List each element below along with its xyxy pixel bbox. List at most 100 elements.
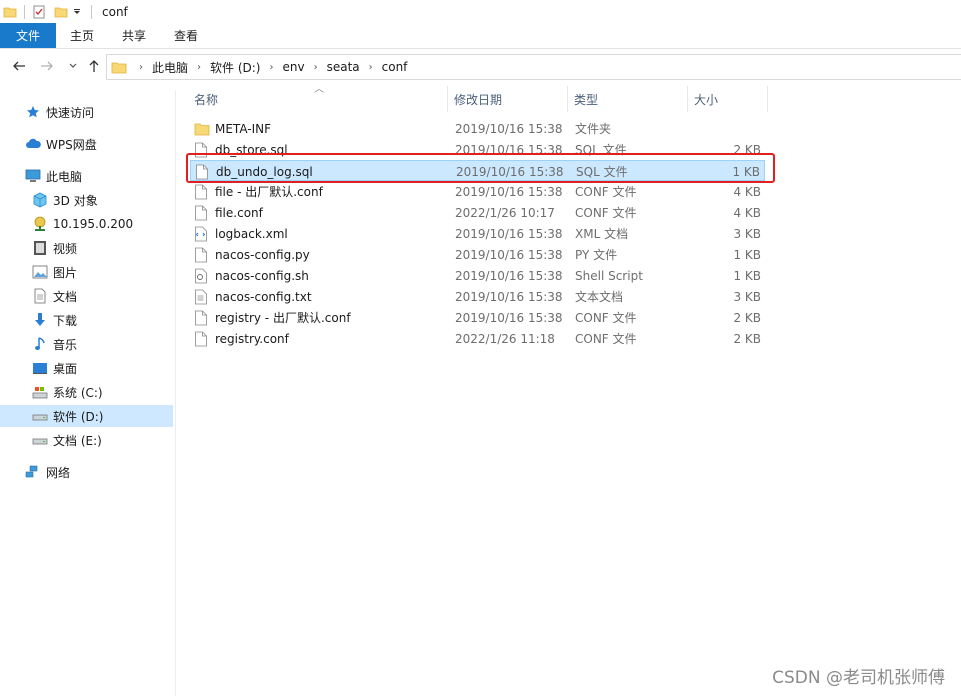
new-folder-icon[interactable] <box>53 4 69 20</box>
properties-icon[interactable] <box>31 4 47 20</box>
nav-label: 系统 (C:) <box>53 385 103 400</box>
recent-locations-button[interactable] <box>63 56 83 76</box>
file-row[interactable]: logback.xml 2019/10/16 15:38 XML 文档 3 KB <box>190 223 765 244</box>
nav-item-3d-objects[interactable]: 3D 对象 <box>0 189 173 211</box>
nav-item-network[interactable]: 网络 <box>0 461 173 483</box>
file-type: Shell Script <box>575 268 643 283</box>
breadcrumb-seata[interactable]: seata <box>325 60 362 74</box>
tab-view[interactable]: 查看 <box>160 23 212 48</box>
file-date: 2019/10/16 15:38 <box>455 310 563 325</box>
forward-button[interactable] <box>37 56 57 76</box>
nav-item-videos[interactable]: 视频 <box>0 237 173 259</box>
file-row[interactable]: file - 出厂默认.conf 2019/10/16 15:38 CONF 文… <box>190 181 765 202</box>
nav-item-wps-cloud[interactable]: WPS网盘 <box>0 133 173 155</box>
download-icon <box>32 312 48 328</box>
file-date: 2019/10/16 15:38 <box>455 289 563 304</box>
file-row[interactable]: registry.conf 2022/1/26 11:18 CONF 文件 2 … <box>190 328 765 349</box>
star-icon <box>25 104 41 120</box>
file-date: 2019/10/16 15:38 <box>455 184 563 199</box>
separator <box>24 4 25 19</box>
customize-toolbar-icon[interactable] <box>69 4 85 20</box>
folder-icon[interactable] <box>2 4 18 20</box>
chevron-right-icon[interactable]: › <box>132 62 150 73</box>
file-name-cell: nacos-config.py <box>194 244 310 265</box>
file-name: META-INF <box>215 121 272 136</box>
file-row[interactable]: registry - 出厂默认.conf 2019/10/16 15:38 CO… <box>190 307 765 328</box>
xml-file-icon <box>194 226 210 242</box>
file-name: logback.xml <box>215 226 288 241</box>
nav-item-downloads[interactable]: 下载 <box>0 309 173 331</box>
chevron-right-icon[interactable]: › <box>262 62 280 73</box>
breadcrumb-conf[interactable]: conf <box>380 60 410 74</box>
file-icon <box>194 247 210 263</box>
nav-label: 桌面 <box>53 361 78 376</box>
nav-item-drive-d[interactable]: 软件 (D:) <box>0 405 173 427</box>
column-header-size[interactable]: 大小 <box>688 86 768 112</box>
highlight-box <box>186 153 775 183</box>
file-name-cell: file.conf <box>194 202 263 223</box>
chevron-right-icon[interactable]: › <box>190 62 208 73</box>
nav-label: 网络 <box>46 465 71 480</box>
column-header-date[interactable]: 修改日期 <box>448 86 568 112</box>
nav-item-drive-e[interactable]: 文档 (E:) <box>0 429 173 451</box>
tab-home[interactable]: 主页 <box>56 23 108 48</box>
breadcrumb-this-pc[interactable]: 此电脑 <box>150 59 190 76</box>
music-icon <box>32 336 48 352</box>
file-name-cell: registry.conf <box>194 328 289 349</box>
chevron-right-icon[interactable]: › <box>362 62 380 73</box>
nav-label: 文档 <box>53 289 78 304</box>
column-header-name[interactable]: 名称 <box>188 86 448 112</box>
file-row[interactable]: file.conf 2022/1/26 10:17 CONF 文件 4 KB <box>190 202 765 223</box>
computer-icon <box>25 168 41 184</box>
file-name: nacos-config.py <box>215 247 310 262</box>
system-drive-icon <box>32 384 48 400</box>
address-bar[interactable]: › 此电脑 › 软件 (D:) › env › seata › conf <box>106 54 961 80</box>
file-size: 2 KB <box>733 310 761 325</box>
breadcrumb-env[interactable]: env <box>280 60 306 74</box>
nav-item-quick-access[interactable]: 快速访问 <box>0 101 173 123</box>
file-date: 2022/1/26 10:17 <box>455 205 555 220</box>
nav-label: 此电脑 <box>46 169 83 184</box>
file-row[interactable]: nacos-config.txt 2019/10/16 15:38 文本文档 3… <box>190 286 765 307</box>
nav-label: 下载 <box>53 313 78 328</box>
file-size: 2 KB <box>733 331 761 346</box>
column-header-label: 类型 <box>574 92 599 107</box>
nav-item-drive-c[interactable]: 系统 (C:) <box>0 381 173 403</box>
folder-icon <box>194 121 210 137</box>
script-file-icon <box>194 268 210 284</box>
breadcrumb-drive-d[interactable]: 软件 (D:) <box>208 59 262 76</box>
nav-item-network-drive[interactable]: 10.195.0.200 <box>0 213 173 235</box>
file-name-cell: logback.xml <box>194 223 288 244</box>
nav-label: 音乐 <box>53 337 78 352</box>
nav-item-music[interactable]: 音乐 <box>0 333 173 355</box>
network-drive-icon <box>32 216 48 232</box>
watermark: CSDN @老司机张师傅 <box>772 668 945 688</box>
column-header-type[interactable]: 类型 <box>568 86 688 112</box>
video-icon <box>32 240 48 256</box>
tab-file[interactable]: 文件 <box>0 23 57 48</box>
file-size: 3 KB <box>733 289 761 304</box>
file-type: XML 文档 <box>575 227 629 241</box>
text-file-icon <box>194 289 210 305</box>
chevron-right-icon[interactable]: › <box>307 62 325 73</box>
file-date: 2019/10/16 15:38 <box>455 121 563 136</box>
file-size: 1 KB <box>733 268 761 283</box>
chevron-down-icon <box>69 63 77 68</box>
tab-share[interactable]: 共享 <box>108 23 160 48</box>
file-row[interactable]: nacos-config.sh 2019/10/16 15:38 Shell S… <box>190 265 765 286</box>
file-name: registry - 出厂默认.conf <box>215 311 351 325</box>
file-type: CONF 文件 <box>575 206 637 220</box>
file-row[interactable]: nacos-config.py 2019/10/16 15:38 PY 文件 1… <box>190 244 765 265</box>
nav-item-pictures[interactable]: 图片 <box>0 261 173 283</box>
nav-item-this-pc[interactable]: 此电脑 <box>0 165 173 187</box>
back-button[interactable] <box>9 56 29 76</box>
title-bar: conf <box>0 0 961 23</box>
nav-label: 10.195.0.200 <box>53 217 134 231</box>
nav-item-documents[interactable]: 文档 <box>0 285 173 307</box>
file-type: PY 文件 <box>575 248 618 262</box>
file-date: 2019/10/16 15:38 <box>455 247 563 262</box>
up-button[interactable] <box>84 56 104 76</box>
file-row[interactable]: META-INF 2019/10/16 15:38 文件夹 <box>190 118 765 139</box>
nav-label: 软件 (D:) <box>53 409 104 424</box>
nav-item-desktop[interactable]: 桌面 <box>0 357 173 379</box>
